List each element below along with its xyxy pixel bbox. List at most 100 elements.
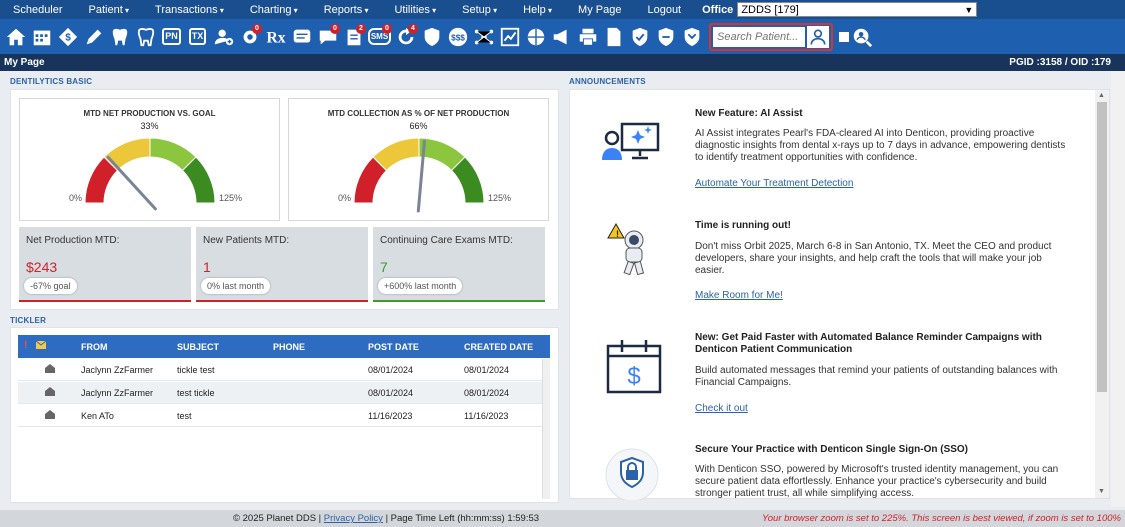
advanced-search-checkbox[interactable]	[839, 31, 849, 42]
col-subject[interactable]: SUBJECT	[177, 342, 219, 352]
prescription-button[interactable]: Rx	[263, 23, 288, 51]
sms-button[interactable]: SMS 0	[367, 23, 392, 51]
billing-button[interactable]: $$$	[445, 23, 470, 51]
stat-card-continuing-care[interactable]: Continuing Care Exams MTD: 7 +600% last …	[373, 227, 545, 302]
network-button[interactable]	[471, 23, 496, 51]
transactions-button[interactable]: $	[55, 23, 80, 51]
svg-text:$: $	[627, 363, 640, 390]
col-post-date[interactable]: POST DATE	[368, 342, 419, 352]
menu-item-scheduler[interactable]: Scheduler	[0, 4, 76, 16]
stat-value: 1	[203, 259, 211, 275]
tickler-scrollbar[interactable]	[542, 359, 550, 499]
office-select[interactable]: ZDDS [179] ▼	[737, 2, 978, 17]
cell-created-date: 08/01/2024	[464, 365, 510, 375]
web-button[interactable]	[523, 23, 548, 51]
footer: © 2025 Planet DDS | Privacy Policy | Pag…	[0, 510, 1125, 527]
menu-item-utilities[interactable]: Utilities	[381, 4, 449, 16]
charting-button[interactable]: 0	[237, 23, 262, 51]
col-phone[interactable]: PHONE	[273, 342, 305, 352]
progress-notes-button[interactable]: PN	[159, 23, 184, 51]
notes-button[interactable]	[289, 23, 314, 51]
cell-post-date: 08/01/2024	[368, 388, 414, 398]
dentilytics-panel: MTD NET PRODUCTION VS. GOAL 33% 0% 125% …	[10, 89, 559, 310]
menu-item-logout[interactable]: Logout	[634, 4, 694, 16]
page-scrollbar[interactable]	[1111, 71, 1125, 507]
dentilytics-section-title: DENTILYTICS BASIC	[10, 77, 93, 86]
page-header: My Page PGID :3158 / OID :179	[0, 54, 1125, 71]
announcement-body: With Denticon SSO, powered by Microsoft'…	[695, 464, 1059, 499]
menu-item-my-page[interactable]: My Page	[565, 4, 634, 16]
cell-created-date: 11/16/2023	[464, 411, 509, 421]
menu-item-reports[interactable]: Reports	[311, 4, 382, 16]
document-icon	[607, 27, 620, 46]
announcements-section-title: ANNOUNCEMENTS	[569, 77, 646, 86]
calendar-dollar-icon: $	[606, 340, 662, 394]
home-button[interactable]	[3, 23, 28, 51]
announcements-panel: New Feature: AI Assist AI Assist integra…	[569, 89, 1110, 500]
announcement-link[interactable]: Automate Your Treatment Detection	[695, 178, 853, 189]
announcement-link[interactable]: Check it out	[695, 403, 748, 414]
menu-item-help[interactable]: Help	[510, 4, 565, 16]
stat-chip: 0% last month	[201, 278, 271, 294]
copyright: © 2025 Planet DDS |	[233, 513, 322, 524]
menu-item-patient[interactable]: Patient	[76, 4, 143, 16]
scroll-thumb[interactable]	[1097, 102, 1107, 392]
col-created-date[interactable]: CREATED DATE	[464, 342, 533, 352]
gauge-card-net-production: MTD NET PRODUCTION VS. GOAL 33% 0% 125%	[19, 98, 280, 221]
patient-search-button[interactable]	[807, 25, 829, 48]
shield-minus-icon	[658, 27, 673, 46]
scroll-up-icon[interactable]: ▲	[1098, 92, 1105, 99]
stat-label: Net Production MTD:	[26, 235, 120, 246]
stat-card-new-patients[interactable]: New Patients MTD: 1 0% last month	[196, 227, 368, 302]
menu-item-setup[interactable]: Setup	[449, 4, 510, 16]
add-patient-button[interactable]	[211, 23, 236, 51]
table-row[interactable]: Jaclynn ZzFarmer test tickle 08/01/2024 …	[18, 382, 549, 404]
table-row[interactable]: Ken ATo test 11/16/2023 11/16/2023	[18, 405, 549, 427]
stat-label: New Patients MTD:	[203, 235, 290, 246]
charting-badge: 0	[252, 23, 262, 34]
more-button[interactable]	[679, 23, 704, 51]
announcements-scrollbar[interactable]: ▲ ▼	[1095, 90, 1109, 498]
insurance-button[interactable]	[419, 23, 444, 51]
messages-badge: 0	[330, 23, 340, 34]
search-patient-input[interactable]	[713, 26, 805, 47]
documents-button[interactable]	[601, 23, 626, 51]
recall-badge: 4	[408, 23, 418, 34]
recall-button[interactable]: 4	[393, 23, 418, 51]
cell-post-date: 11/16/2023	[368, 411, 413, 421]
scroll-down-icon[interactable]: ▼	[1098, 488, 1105, 495]
tasks-badge: 2	[356, 23, 366, 34]
tx-icon: TX	[188, 28, 207, 45]
sms-badge: 0	[382, 23, 392, 34]
tasks-button[interactable]: 2	[341, 23, 366, 51]
messages-button[interactable]: 0	[315, 23, 340, 51]
cell-from: Jaclynn ZzFarmer	[81, 388, 154, 398]
treatment-plan-button[interactable]: TX	[185, 23, 210, 51]
announcement-link[interactable]: Make Room for Me!	[695, 290, 783, 301]
print-button[interactable]	[575, 23, 600, 51]
verify-button[interactable]	[627, 23, 652, 51]
menu-item-charting[interactable]: Charting	[237, 4, 311, 16]
dollar-circles-icon: $$$	[448, 27, 467, 46]
advanced-search-button[interactable]	[849, 23, 874, 51]
gauge-max-label: 125%	[219, 193, 243, 203]
marketing-button[interactable]	[549, 23, 574, 51]
chevron-down-icon: ▼	[964, 4, 974, 15]
perio-button[interactable]	[133, 23, 158, 51]
analytics-button[interactable]	[497, 23, 522, 51]
svg-text:!: !	[616, 229, 619, 239]
stat-value: $243	[26, 259, 58, 275]
edit-button[interactable]	[81, 23, 106, 51]
schedule-button[interactable]	[29, 23, 54, 51]
tickler-section-title: TICKLER	[10, 316, 47, 325]
office-select-value: ZDDS [179]	[741, 3, 799, 16]
privacy-policy-link[interactable]: Privacy Policy	[324, 513, 383, 524]
table-row[interactable]: Jaclynn ZzFarmer tickle test 08/01/2024 …	[18, 359, 549, 381]
stat-label: Continuing Care Exams MTD:	[380, 235, 513, 246]
tooth-chart-button[interactable]	[107, 23, 132, 51]
col-from[interactable]: FROM	[81, 342, 108, 352]
gauge-min-label: 0%	[69, 193, 83, 203]
menu-item-transactions[interactable]: Transactions	[142, 4, 237, 16]
stat-card-net-production[interactable]: Net Production MTD: $243 -67% goal	[19, 227, 191, 302]
security-button[interactable]	[653, 23, 678, 51]
